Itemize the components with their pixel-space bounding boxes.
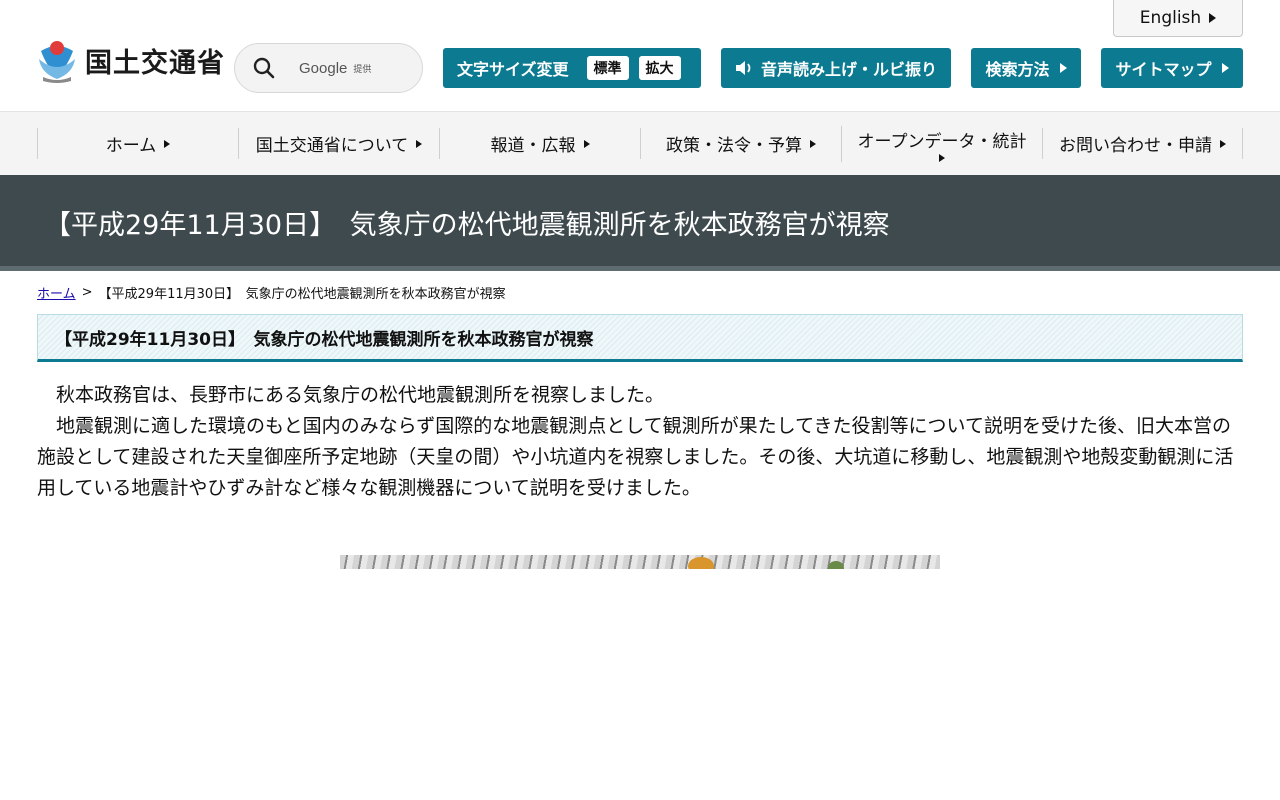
search-method-button[interactable]: 検索方法 xyxy=(971,48,1081,88)
photo-detail xyxy=(828,561,844,569)
search-icon[interactable] xyxy=(249,53,279,83)
search-method-label: 検索方法 xyxy=(985,60,1050,79)
nav-item-label: お問い合わせ・申請 xyxy=(1059,136,1212,156)
nav-item-policy[interactable]: 政策・法令・予算 xyxy=(640,128,841,159)
nav-item-open-data[interactable]: オープンデータ・統計 xyxy=(841,126,1042,162)
logo-text: 国土交通省 xyxy=(85,47,225,79)
nav-item-label: 報道・広報 xyxy=(490,136,576,156)
nav-item-contact[interactable]: お問い合わせ・申請 xyxy=(1042,128,1243,159)
voice-ruby-label: 音声読み上げ・ルビ振り xyxy=(760,60,937,79)
article-body: 秋本政務官は、長野市にある気象庁の松代地震観測所を視察しました。 地震観測に適し… xyxy=(37,380,1243,504)
mlit-logo-icon xyxy=(39,41,75,83)
arrow-right-icon xyxy=(1209,13,1217,23)
sitemap-label: サイトマップ xyxy=(1115,60,1212,79)
breadcrumb: ホーム > 【平成29年11月30日】 気象庁の松代地震観測所を秋本政務官が視察 xyxy=(37,283,506,302)
search-provider-label: Google xyxy=(299,59,348,77)
article-paragraph: 秋本政務官は、長野市にある気象庁の松代地震観測所を視察しました。 xyxy=(56,384,665,406)
site-header: English 国土交通省 Google 提供 文字サイズ変更 標準 拡大 音声… xyxy=(0,0,1280,111)
nav-item-label: オープンデータ・統計 xyxy=(857,131,1027,152)
arrow-right-icon xyxy=(583,139,590,148)
arrow-right-icon xyxy=(1059,63,1067,73)
article-paragraph: 地震観測に適した環境のもと国内のみならず国際的な地震観測点として観測所が果たして… xyxy=(37,415,1234,499)
global-nav: ホーム 国土交通省について 報道・広報 政策・法令・予算 オープンデータ・統計 … xyxy=(0,111,1280,175)
arrow-right-icon xyxy=(939,153,945,162)
sitemap-button[interactable]: サイトマップ xyxy=(1101,48,1243,88)
english-label: English xyxy=(1139,8,1202,28)
section-heading: 【平成29年11月30日】 気象庁の松代地震観測所を秋本政務官が視察 xyxy=(37,314,1243,362)
search-provider-sub: 提供 xyxy=(353,64,372,75)
speaker-icon xyxy=(735,61,751,75)
breadcrumb-separator: > xyxy=(81,285,93,300)
photo-detail xyxy=(688,557,714,569)
english-link[interactable]: English xyxy=(1113,0,1243,37)
article-photo xyxy=(340,555,940,569)
site-search[interactable]: Google 提供 xyxy=(234,43,423,93)
arrow-right-icon xyxy=(1220,139,1226,148)
font-size-large-button[interactable]: 拡大 xyxy=(638,56,681,80)
nav-item-press[interactable]: 報道・広報 xyxy=(439,128,640,159)
page-title-banner: 【平成29年11月30日】 気象庁の松代地震観測所を秋本政務官が視察 xyxy=(0,175,1280,271)
nav-item-label: ホーム xyxy=(105,136,157,156)
page-title: 【平成29年11月30日】 気象庁の松代地震観測所を秋本政務官が視察 xyxy=(44,210,890,241)
section-heading-text: 【平成29年11月30日】 気象庁の松代地震観測所を秋本政務官が視察 xyxy=(55,329,594,350)
font-size-controls: 文字サイズ変更 標準 拡大 xyxy=(443,48,701,88)
breadcrumb-home-link[interactable]: ホーム xyxy=(37,283,76,302)
font-size-standard-button[interactable]: 標準 xyxy=(586,56,629,80)
site-logo[interactable]: 国土交通省 xyxy=(37,37,225,83)
nav-item-home[interactable]: ホーム xyxy=(37,128,238,159)
breadcrumb-current: 【平成29年11月30日】 気象庁の松代地震観測所を秋本政務官が視察 xyxy=(98,287,506,302)
arrow-right-icon xyxy=(1221,63,1229,73)
arrow-right-icon xyxy=(810,139,816,148)
nav-item-label: 政策・法令・予算 xyxy=(666,136,802,156)
nav-item-about[interactable]: 国土交通省について xyxy=(238,128,439,159)
nav-item-label: 国土交通省について xyxy=(255,136,409,156)
arrow-right-icon xyxy=(416,139,423,148)
voice-ruby-button[interactable]: 音声読み上げ・ルビ振り xyxy=(721,48,951,88)
arrow-right-icon xyxy=(164,139,171,148)
font-size-label: 文字サイズ変更 xyxy=(457,60,569,79)
